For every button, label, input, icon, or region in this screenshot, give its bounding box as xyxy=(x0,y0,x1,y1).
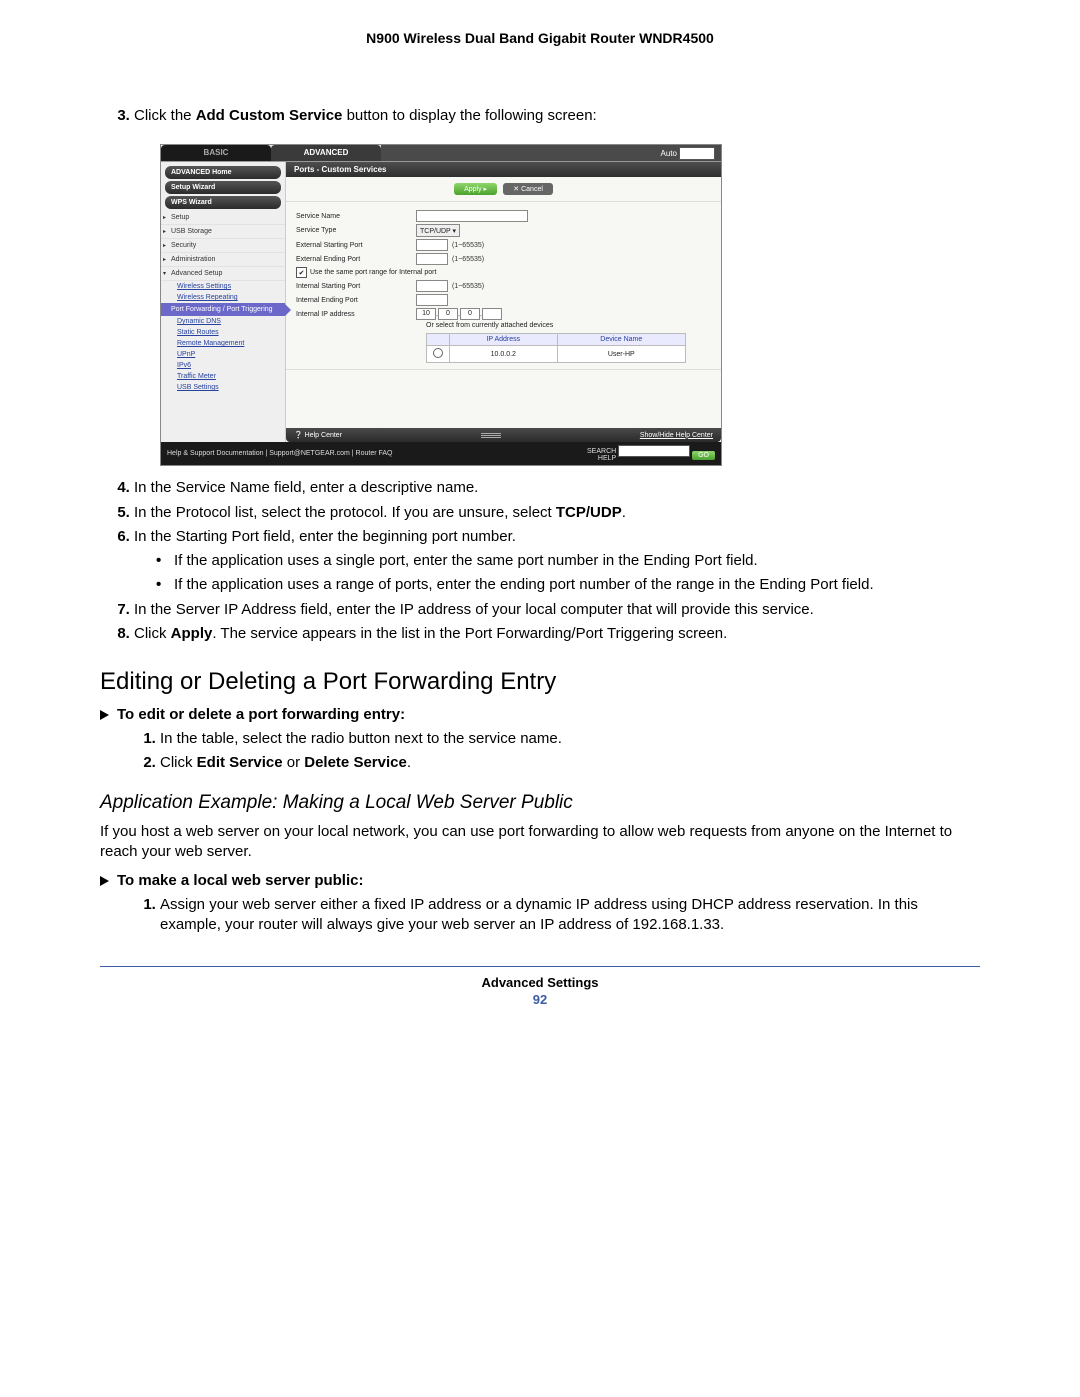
sidebar-sub-static-routes[interactable]: Static Routes xyxy=(161,327,285,338)
input-ext-end[interactable] xyxy=(416,253,448,265)
label-int-ip: Internal IP address xyxy=(296,311,416,318)
select-service-type[interactable]: TCP/UDP ▾ xyxy=(416,224,460,237)
label-int-start: Internal Starting Port xyxy=(296,283,416,290)
step3-pre: Click the xyxy=(134,107,196,124)
sidebar-btn-advanced-home[interactable]: ADVANCED Home xyxy=(165,166,281,179)
footer-page-number: 92 xyxy=(100,992,980,1007)
input-ip-4[interactable] xyxy=(482,308,502,320)
label-service-name: Service Name xyxy=(296,213,416,220)
go-button[interactable]: GO xyxy=(692,451,715,460)
sidebar: ADVANCED Home Setup Wizard WPS Wizard Se… xyxy=(161,162,286,442)
input-service-name[interactable] xyxy=(416,210,528,222)
sidebar-item-usb[interactable]: USB Storage xyxy=(161,225,285,239)
sidebar-sub-port-forwarding[interactable]: Port Forwarding / Port Triggering xyxy=(161,303,285,316)
device-caption: Or select from currently attached device… xyxy=(426,322,711,329)
device-radio[interactable] xyxy=(433,348,443,358)
device-ip: 10.0.0.2 xyxy=(450,346,558,363)
arrow-icon xyxy=(100,876,109,886)
input-int-end[interactable] xyxy=(416,294,448,306)
sidebar-item-advanced-setup[interactable]: Advanced Setup xyxy=(161,267,285,281)
sidebar-btn-wps-wizard[interactable]: WPS Wizard xyxy=(165,196,281,209)
th-ip: IP Address xyxy=(450,334,558,346)
step-7: In the Server IP Address field, enter th… xyxy=(134,600,980,620)
footer-rule xyxy=(100,966,980,967)
document-title: N900 Wireless Dual Band Gigabit Router W… xyxy=(100,30,980,46)
step-3: Click the Add Custom Service button to d… xyxy=(134,106,980,126)
webserver-step-1: Assign your web server either a fixed IP… xyxy=(160,895,980,936)
footer-help-support[interactable]: Help & Support Documentation | Support@N… xyxy=(167,450,393,457)
hint-ext-start: (1~65535) xyxy=(452,242,484,249)
tab-basic[interactable]: BASIC xyxy=(161,145,271,161)
search-label-1: SEARCH xyxy=(587,448,616,455)
app-example-body: If you host a web server on your local n… xyxy=(100,822,980,863)
arrow-icon xyxy=(100,710,109,720)
sidebar-sub-dyndns[interactable]: Dynamic DNS xyxy=(161,316,285,327)
showhide-help[interactable]: Show/Hide Help Center xyxy=(640,432,713,439)
auto-refresh[interactable]: Auto xyxy=(655,145,721,161)
step3-bold: Add Custom Service xyxy=(196,107,343,124)
label-same-range: Use the same port range for Internal por… xyxy=(310,269,436,276)
proc-head-webserver: To make a local web server public: xyxy=(100,872,980,889)
input-ext-start[interactable] xyxy=(416,239,448,251)
edit-step-2: Click Edit Service or Delete Service. xyxy=(160,753,980,773)
step-8: Click Apply. The service appears in the … xyxy=(134,624,980,644)
footer-section-label: Advanced Settings xyxy=(100,975,980,990)
step-6-bullet-2: If the application uses a range of ports… xyxy=(174,575,980,595)
sidebar-sub-wireless-settings[interactable]: Wireless Settings xyxy=(161,281,285,292)
auto-refresh-dropdown[interactable] xyxy=(679,147,715,160)
device-table: IP Address Device Name 10.0.0.2 User-HP xyxy=(426,333,686,363)
step-5: In the Protocol list, select the protoco… xyxy=(134,503,980,523)
apply-button[interactable]: Apply ▸ xyxy=(454,183,497,195)
input-ip-1[interactable]: 10 xyxy=(416,308,436,320)
sidebar-sub-remote-mgmt[interactable]: Remote Management xyxy=(161,338,285,349)
step-6: In the Starting Port field, enter the be… xyxy=(134,527,980,596)
heading-app-example: Application Example: Making a Local Web … xyxy=(100,792,980,814)
help-center-label[interactable]: ❔ Help Center xyxy=(294,431,342,439)
step-6-bullet-1: If the application uses a single port, e… xyxy=(174,551,980,571)
checkbox-same-range[interactable]: ✔ xyxy=(296,267,307,278)
heading-editing-deleting: Editing or Deleting a Port Forwarding En… xyxy=(100,668,980,696)
hint-int-start: (1~65535) xyxy=(452,283,484,290)
step-4: In the Service Name field, enter a descr… xyxy=(134,478,980,498)
edit-step-1: In the table, select the radio button ne… xyxy=(160,729,980,749)
auto-refresh-label: Auto xyxy=(661,149,677,158)
input-ip-2[interactable]: 0 xyxy=(438,308,458,320)
hint-ext-end: (1~65535) xyxy=(452,256,484,263)
sidebar-sub-usb-settings[interactable]: USB Settings xyxy=(161,382,285,393)
step3-post: button to display the following screen: xyxy=(342,107,596,124)
search-input[interactable] xyxy=(618,445,690,457)
sidebar-item-setup[interactable]: Setup xyxy=(161,211,285,225)
label-ext-start: External Starting Port xyxy=(296,242,416,249)
proc-head-edit-delete: To edit or delete a port forwarding entr… xyxy=(100,706,980,723)
sidebar-sub-wireless-repeating[interactable]: Wireless Repeating xyxy=(161,292,285,303)
router-screenshot: BASIC ADVANCED Auto ADVANCED Home Setup … xyxy=(160,144,722,466)
th-name: Device Name xyxy=(557,334,685,346)
sidebar-item-admin[interactable]: Administration xyxy=(161,253,285,267)
label-int-end: Internal Ending Port xyxy=(296,297,416,304)
sidebar-item-security[interactable]: Security xyxy=(161,239,285,253)
tab-advanced[interactable]: ADVANCED xyxy=(271,145,381,161)
label-service-type: Service Type xyxy=(296,227,416,234)
drag-handle-icon[interactable] xyxy=(476,433,506,438)
input-int-start[interactable] xyxy=(416,280,448,292)
cancel-button[interactable]: ✕ Cancel xyxy=(503,183,553,195)
device-name: User-HP xyxy=(557,346,685,363)
sidebar-sub-upnp[interactable]: UPnP xyxy=(161,349,285,360)
search-label-2: HELP xyxy=(598,455,616,462)
form-area: Service Name Service Type TCP/UDP ▾ Exte… xyxy=(286,202,721,370)
sidebar-btn-setup-wizard[interactable]: Setup Wizard xyxy=(165,181,281,194)
device-row[interactable]: 10.0.0.2 User-HP xyxy=(427,346,686,363)
input-ip-3[interactable]: 0 xyxy=(460,308,480,320)
content-title: Ports - Custom Services xyxy=(286,162,721,177)
sidebar-sub-traffic[interactable]: Traffic Meter xyxy=(161,371,285,382)
label-ext-end: External Ending Port xyxy=(296,256,416,263)
sidebar-sub-ipv6[interactable]: IPv6 xyxy=(161,360,285,371)
